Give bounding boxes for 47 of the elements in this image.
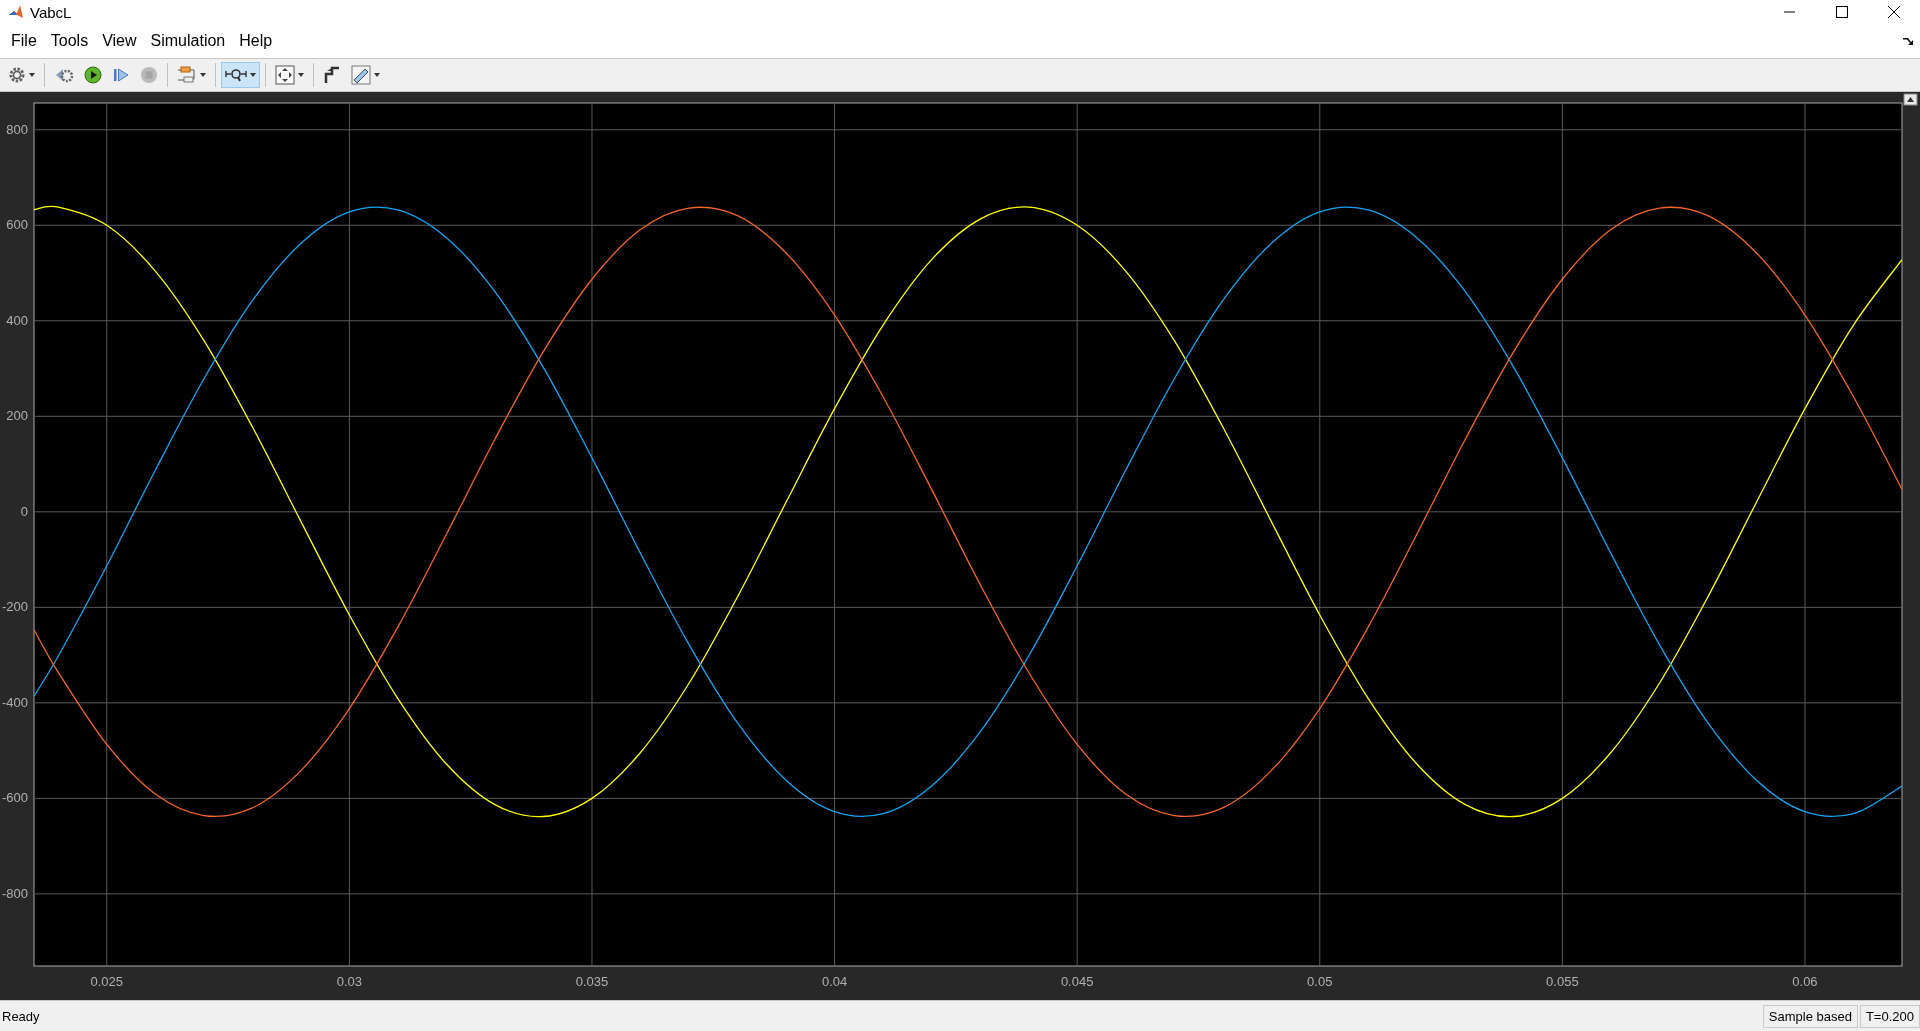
tick-label: 0.055 bbox=[1546, 974, 1579, 989]
step-back-icon bbox=[54, 66, 74, 84]
tick-label: 800 bbox=[6, 121, 28, 137]
tick-label: 0.05 bbox=[1307, 974, 1333, 989]
tick-label: 0.025 bbox=[90, 974, 124, 989]
tick-label: -600 bbox=[1, 790, 28, 806]
menu-item[interactable]: Help bbox=[232, 32, 280, 50]
tick-label: 0 bbox=[20, 503, 28, 519]
tick-label: 0.035 bbox=[575, 974, 609, 989]
app-logo-icon bbox=[8, 4, 24, 20]
zoom-icon bbox=[225, 66, 247, 84]
menu-item[interactable]: View bbox=[95, 32, 144, 50]
fit-view-icon bbox=[275, 65, 295, 85]
tick-label: 0.045 bbox=[1060, 974, 1094, 989]
status-message: Ready bbox=[1, 1008, 40, 1024]
menu-item[interactable]: Simulation bbox=[143, 32, 233, 50]
tick-label: 0.06 bbox=[1792, 974, 1818, 989]
dock-arrow-icon bbox=[1902, 36, 1914, 46]
undock-icon[interactable] bbox=[1903, 93, 1918, 106]
tick-label: 0.04 bbox=[821, 974, 848, 989]
trigger-icon bbox=[323, 65, 341, 85]
maximize-icon[interactable] bbox=[1836, 6, 1848, 18]
caret-icon bbox=[29, 73, 35, 77]
menu-item[interactable]: File bbox=[4, 32, 44, 50]
caret-icon bbox=[298, 73, 304, 77]
tick-label: 400 bbox=[6, 312, 28, 328]
signal-blocks-icon bbox=[177, 66, 197, 84]
close-icon[interactable] bbox=[1888, 6, 1900, 18]
caret-icon bbox=[200, 73, 206, 77]
tick-label: -400 bbox=[1, 694, 28, 710]
gear-icon bbox=[8, 66, 26, 84]
toolbar-button[interactable] bbox=[221, 62, 260, 88]
tick-label: -800 bbox=[1, 885, 28, 901]
tick-label: -200 bbox=[1, 599, 28, 615]
tick-label: 600 bbox=[6, 217, 28, 233]
run-icon bbox=[84, 66, 102, 84]
caret-icon bbox=[250, 73, 256, 77]
status-mode: Sample based bbox=[1762, 1004, 1858, 1028]
stop-icon bbox=[140, 66, 158, 84]
caret-icon bbox=[374, 73, 380, 77]
menu-item[interactable]: Tools bbox=[43, 32, 96, 50]
step-forward-icon bbox=[112, 66, 130, 84]
tick-label: 0.03 bbox=[336, 974, 363, 989]
ruler-icon bbox=[351, 65, 371, 85]
status-time: T=0.200 bbox=[1859, 1004, 1920, 1028]
window-title: VabcL bbox=[30, 3, 72, 21]
tick-label: 200 bbox=[6, 408, 28, 424]
